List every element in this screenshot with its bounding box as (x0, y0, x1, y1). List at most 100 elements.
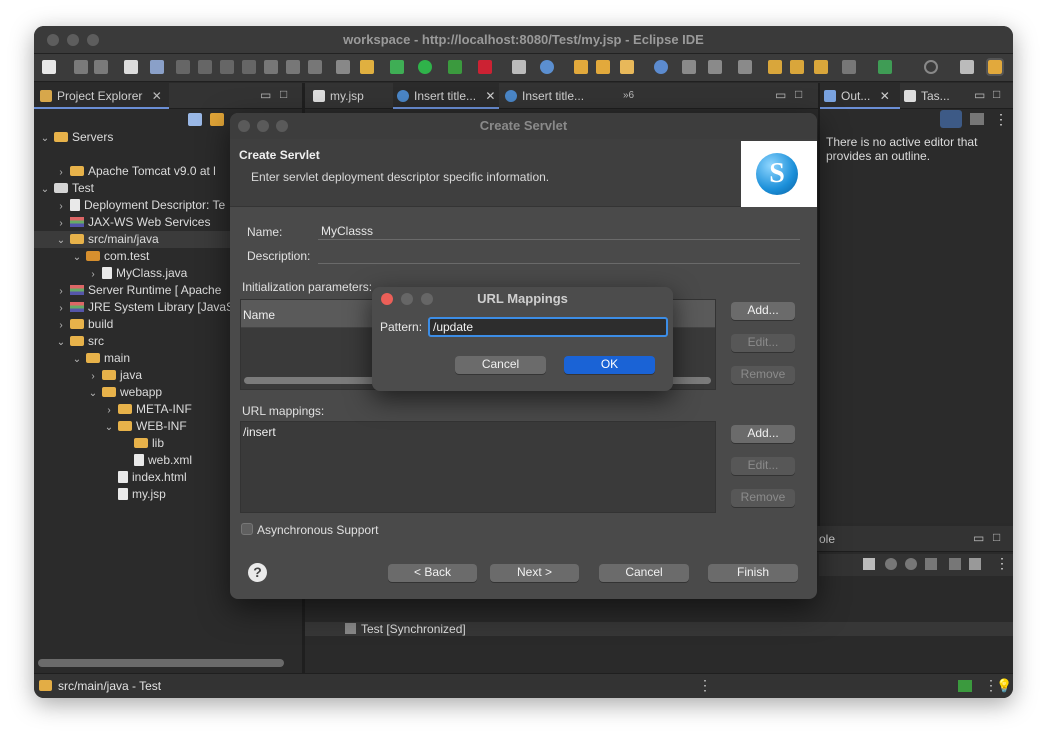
open-type-icon[interactable] (574, 60, 588, 74)
open-task-icon[interactable] (596, 60, 610, 74)
drop-to-frame-icon[interactable] (336, 60, 350, 74)
close-icon[interactable]: ✕ (485, 89, 495, 103)
close-icon[interactable]: ✕ (880, 89, 890, 103)
open-perspective-dialog-icon[interactable] (878, 60, 892, 74)
url-remove-button[interactable]: Remove (731, 489, 795, 507)
terminate-icon[interactable] (220, 60, 234, 74)
server-row[interactable]: Test [Synchronized] (305, 622, 1013, 636)
tab-my-jsp[interactable]: my.jsp (313, 83, 393, 109)
url-mappings-list[interactable]: /insert (240, 421, 716, 513)
description-field[interactable] (318, 247, 800, 264)
pattern-input[interactable]: /update (428, 317, 668, 337)
tab-insert-title-2[interactable]: Insert title... (505, 83, 605, 109)
suspend-icon[interactable] (198, 60, 212, 74)
external-tools-icon[interactable] (478, 60, 492, 74)
init-remove-button[interactable]: Remove (731, 366, 795, 384)
coverage-icon[interactable] (448, 60, 462, 74)
chevron-right-icon[interactable]: › (56, 164, 66, 181)
annotation-icon[interactable] (682, 60, 696, 74)
search-icon[interactable] (924, 60, 938, 74)
back-icon[interactable] (790, 60, 804, 74)
maximize-icon[interactable]: □ (795, 87, 802, 101)
run-icon[interactable] (418, 60, 432, 74)
tab-outline[interactable]: Out... ✕ (820, 83, 900, 109)
chevron-right-icon[interactable]: › (88, 368, 98, 385)
chevron-down-icon[interactable]: ⌄ (56, 232, 66, 249)
new-icon[interactable] (42, 60, 56, 74)
next-button[interactable]: Next > (490, 564, 579, 582)
init-edit-button[interactable]: Edit... (731, 334, 795, 352)
cancel-button[interactable]: Cancel (599, 564, 689, 582)
new-server-icon[interactable] (512, 60, 526, 74)
minimize-icon[interactable]: ▭ (973, 531, 984, 545)
more-tabs-button[interactable]: »6 (623, 83, 653, 109)
filter-icon[interactable] (970, 113, 984, 125)
tip-lightbulb-icon[interactable]: 💡 (996, 678, 1012, 694)
chevron-down-icon[interactable]: ⌄ (72, 351, 82, 368)
chevron-right-icon[interactable]: › (56, 215, 66, 232)
start-server-icon[interactable] (905, 558, 917, 570)
close-icon[interactable]: ✕ (152, 89, 162, 103)
profile-server-icon[interactable] (925, 558, 937, 570)
view-menu-icon[interactable]: ⋮ (994, 111, 1008, 128)
url-ok-button[interactable]: OK (564, 356, 655, 374)
async-checkbox[interactable] (241, 523, 253, 535)
chevron-down-icon[interactable]: ⌄ (56, 334, 66, 351)
web-browser-icon[interactable] (654, 60, 668, 74)
chevron-down-icon[interactable]: ⌄ (104, 419, 114, 436)
step-over-icon[interactable] (286, 60, 300, 74)
back-button[interactable]: < Back (388, 564, 477, 582)
horizontal-scrollbar[interactable] (38, 659, 284, 667)
next-annotation-icon[interactable] (708, 60, 722, 74)
link-with-editor-icon[interactable] (210, 113, 224, 126)
help-icon[interactable]: ? (248, 563, 267, 582)
skip-breakpoints-icon[interactable] (150, 60, 164, 74)
console-view-icon[interactable] (863, 558, 875, 570)
use-step-filters-icon[interactable] (360, 60, 374, 74)
chevron-down-icon[interactable]: ⌄ (40, 181, 50, 198)
name-field[interactable]: MyClasss (318, 223, 800, 240)
url-edit-button[interactable]: Edit... (731, 457, 795, 475)
forward-icon[interactable] (842, 60, 856, 74)
debug-icon[interactable] (390, 60, 404, 74)
maximize-icon[interactable]: □ (993, 530, 1000, 544)
publish-icon[interactable] (969, 558, 981, 570)
step-into-icon[interactable] (264, 60, 278, 74)
search-tool-icon[interactable] (620, 60, 634, 74)
chevron-right-icon[interactable]: › (56, 300, 66, 317)
java-ee-perspective-icon[interactable] (986, 58, 1004, 76)
chevron-right-icon[interactable]: › (56, 198, 66, 215)
disconnect-icon[interactable] (242, 60, 256, 74)
console-icon[interactable] (124, 60, 138, 74)
save-all-icon[interactable] (94, 60, 108, 74)
chevron-right-icon[interactable]: › (56, 317, 66, 334)
view-menu-icon[interactable]: ⋮ (995, 555, 1009, 572)
debug-server-icon[interactable] (885, 558, 897, 570)
resume-icon[interactable] (176, 60, 190, 74)
sync-outline-icon[interactable] (940, 110, 962, 128)
maximize-icon[interactable]: □ (280, 87, 287, 101)
chevron-down-icon[interactable]: ⌄ (72, 249, 82, 266)
minimize-icon[interactable]: ▭ (260, 88, 271, 102)
maximize-icon[interactable]: □ (993, 87, 1000, 101)
server-status-icon[interactable] (958, 680, 972, 692)
save-icon[interactable] (74, 60, 88, 74)
minimize-icon[interactable]: ▭ (775, 88, 786, 102)
chevron-right-icon[interactable]: › (104, 402, 114, 419)
last-edit-icon[interactable] (768, 60, 782, 74)
prev-annotation-icon[interactable] (738, 60, 752, 74)
chevron-down-icon[interactable]: ⌄ (88, 385, 98, 402)
finish-button[interactable]: Finish (708, 564, 798, 582)
chevron-right-icon[interactable]: › (88, 266, 98, 283)
tab-console[interactable]: ole (819, 526, 859, 552)
step-return-icon[interactable] (308, 60, 322, 74)
chevron-right-icon[interactable]: › (56, 283, 66, 300)
new-web-service-icon[interactable] (540, 60, 554, 74)
tab-insert-title-1[interactable]: Insert title... ✕ (393, 83, 499, 109)
chevron-down-icon[interactable]: ⌄ (40, 130, 50, 147)
collapse-all-icon[interactable] (188, 113, 202, 126)
minimize-icon[interactable]: ▭ (974, 88, 985, 102)
stop-server-icon[interactable] (949, 558, 961, 570)
url-add-button[interactable]: Add... (731, 425, 795, 443)
tab-project-explorer[interactable]: Project Explorer ✕ (34, 83, 169, 109)
